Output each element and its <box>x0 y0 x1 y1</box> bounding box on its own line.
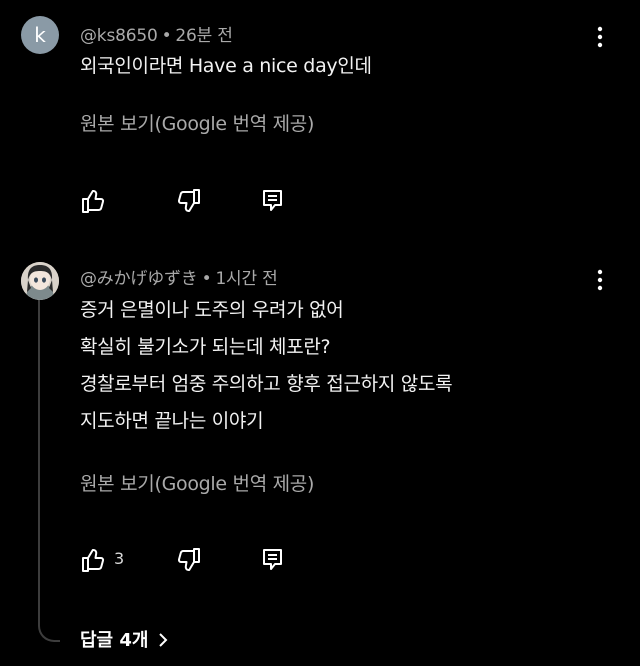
avatar[interactable] <box>21 262 59 300</box>
meta-separator: • <box>161 26 172 46</box>
thumbs-down-icon <box>177 189 200 212</box>
comment-time: 1시간 전 <box>215 269 278 289</box>
comment-time: 26분 전 <box>175 26 233 46</box>
reply-icon <box>263 190 282 211</box>
comment-text: 외국인이라면 Have a nice day인데 <box>80 48 372 85</box>
more-options-button[interactable] <box>588 24 612 50</box>
view-replies-button[interactable]: 답글 4개 <box>80 626 168 653</box>
reply-button[interactable] <box>260 188 286 214</box>
like-count: 3 <box>114 549 125 568</box>
chevron-right-icon <box>158 632 168 653</box>
comment-meta: @ks8650 • 26분 전 <box>80 21 233 46</box>
author-handle[interactable]: @ks8650 <box>80 26 158 46</box>
see-original-link[interactable]: 원본 보기(Google 번역 제공) <box>80 469 314 496</box>
anime-avatar-image <box>21 262 59 300</box>
thread-connector-line <box>38 300 60 642</box>
avatar[interactable]: k <box>21 16 59 54</box>
comment-line: 외국인이라면 Have a nice day인데 <box>80 55 372 77</box>
reply-icon <box>263 549 282 570</box>
dislike-button[interactable] <box>176 188 202 214</box>
comment-line: 지도하면 끝나는 이야기 <box>80 410 264 432</box>
comment-line: 확실히 불기소가 되는데 체포란? <box>80 336 331 358</box>
comment-actions <box>80 188 300 214</box>
thumbs-down-icon <box>177 548 200 571</box>
like-button[interactable] <box>80 188 106 214</box>
more-vertical-icon <box>597 26 603 48</box>
like-button[interactable] <box>80 547 106 573</box>
comment-text: 증거 은멸이나 도주의 우려가 없어 확실히 불기소가 되는데 체포란? 경찰로… <box>80 292 453 440</box>
thumbs-up-icon <box>82 549 105 572</box>
replies-label: 답글 4개 <box>80 630 149 651</box>
reply-button[interactable] <box>260 547 286 573</box>
author-handle[interactable]: @みかげゆずき <box>80 269 198 289</box>
see-original-link[interactable]: 원본 보기(Google 번역 제공) <box>80 109 314 136</box>
thumbs-up-icon <box>82 190 105 213</box>
more-options-button[interactable] <box>588 267 612 293</box>
comment-meta: @みかげゆずき • 1시간 전 <box>80 264 278 289</box>
meta-separator: • <box>201 269 212 289</box>
comment-line: 증거 은멸이나 도주의 우려가 없어 <box>80 299 344 321</box>
dislike-button[interactable] <box>176 547 202 573</box>
comment-actions: 3 <box>80 547 300 573</box>
comment-line: 경찰로부터 엄중 주의하고 향후 접근하지 않도록 <box>80 373 453 395</box>
more-vertical-icon <box>597 269 603 291</box>
